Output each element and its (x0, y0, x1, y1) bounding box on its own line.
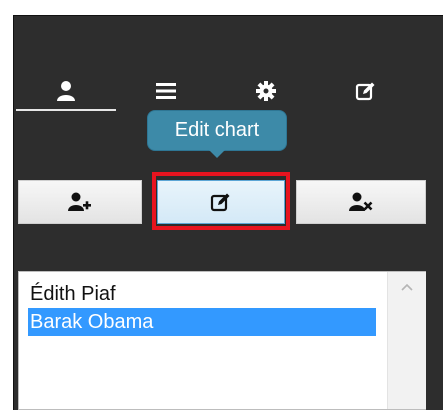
scroll-up-button[interactable] (388, 272, 426, 302)
list-item-label: Édith Piaf (30, 283, 116, 305)
tab-menu[interactable] (116, 71, 216, 111)
vertical-scrollbar[interactable] (387, 272, 426, 409)
tab-users[interactable] (16, 71, 116, 111)
user-icon (57, 81, 75, 101)
edit-icon (355, 82, 375, 101)
list-item[interactable]: Édith Piaf (28, 280, 376, 308)
edit-icon (210, 193, 230, 212)
chevron-up-icon (401, 283, 413, 291)
tooltip-arrow (209, 150, 225, 158)
tooltip-text: Edit chart (174, 119, 260, 141)
remove-user-button[interactable] (296, 180, 426, 224)
edit-chart-button[interactable] (157, 180, 285, 224)
list-item-selected[interactable]: Barak Obama (28, 308, 376, 336)
edit-chart-tooltip: Edit chart (147, 110, 287, 151)
tab-edit[interactable] (316, 71, 416, 111)
list-item-label: Barak Obama (30, 311, 154, 333)
tab-bar (16, 71, 416, 113)
user-list[interactable]: Édith Piaf Barak Obama (18, 271, 426, 410)
tab-settings[interactable] (216, 71, 316, 111)
add-user-button[interactable] (18, 180, 142, 224)
gear-icon (256, 81, 276, 101)
remove-user-icon (349, 192, 373, 211)
menu-icon (156, 83, 176, 99)
add-user-icon (68, 192, 91, 211)
